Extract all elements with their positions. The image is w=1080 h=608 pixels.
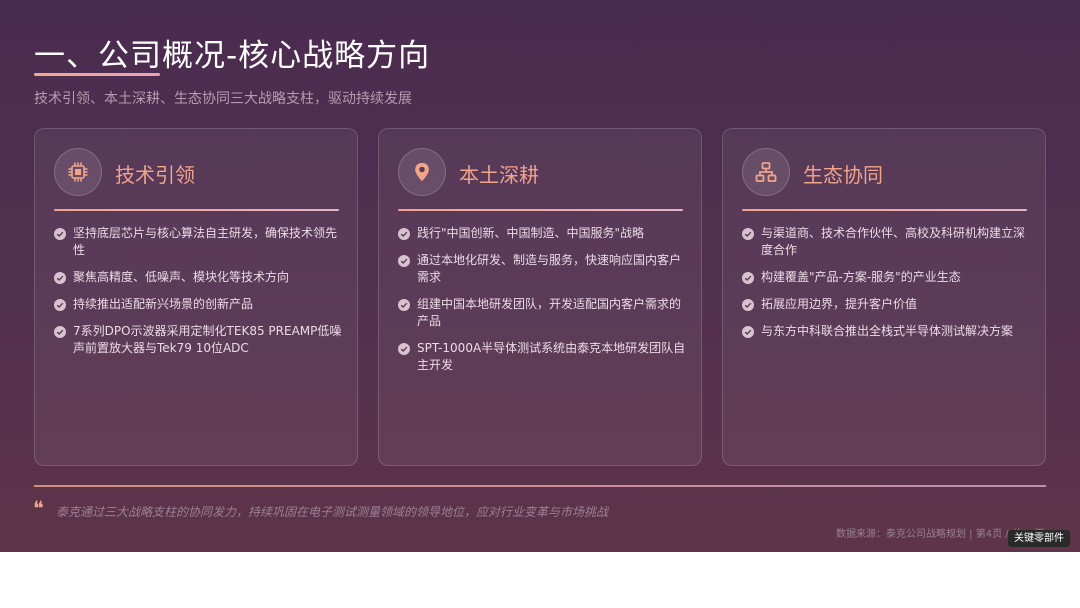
location-pin-icon [398, 148, 446, 196]
list-item: 坚持底层芯片与核心算法自主研发，确保技术领先性 [54, 225, 344, 259]
card-title: 生态协同 [803, 163, 883, 187]
check-icon [398, 299, 410, 311]
list-item: 聚焦高精度、低噪声、模块化等技术方向 [54, 269, 344, 286]
list-item: 组建中国本地研发团队，开发适配国内客户需求的产品 [398, 296, 688, 330]
bullet-list: 与渠道商、技术合作伙伴、高校及科研机构建立深度合作 构建覆盖"产品-方案-服务"… [742, 225, 1032, 350]
bullet-list: 坚持底层芯片与核心算法自主研发，确保技术领先性 聚焦高精度、低噪声、模块化等技术… [54, 225, 344, 367]
check-icon [742, 228, 754, 240]
card-divider [398, 209, 683, 211]
card-divider [742, 209, 1027, 211]
check-icon [398, 255, 410, 267]
list-item: 7系列DPO示波器采用定制化TEK85 PREAMP低噪声前置放大器与Tek79… [54, 323, 344, 357]
list-item: 通过本地化研发、制造与服务，快速响应国内客户需求 [398, 252, 688, 286]
list-item: 构建覆盖"产品-方案-服务"的产业生态 [742, 269, 1032, 286]
list-item-text: 构建覆盖"产品-方案-服务"的产业生态 [761, 270, 961, 284]
strategy-card-ecosystem: 生态协同 与渠道商、技术合作伙伴、高校及科研机构建立深度合作 构建覆盖"产品-方… [722, 128, 1046, 466]
network-icon [742, 148, 790, 196]
list-item-text: 持续推出适配新兴场景的创新产品 [73, 297, 254, 311]
list-item: 拓展应用边界，提升客户价值 [742, 296, 1032, 313]
check-icon [54, 299, 66, 311]
quote-icon: ❝ [33, 496, 44, 520]
tooltip-badge: 关键零部件 [1008, 530, 1070, 547]
check-icon [398, 343, 410, 355]
strategy-card-tech: 技术引领 坚持底层芯片与核心算法自主研发，确保技术领先性 聚焦高精度、低噪声、模… [34, 128, 358, 466]
list-item-text: 与东方中科联合推出全栈式半导体测试解决方案 [761, 324, 1014, 338]
list-item-text: 拓展应用边界，提升客户价值 [761, 297, 918, 311]
check-icon [742, 299, 754, 311]
page-subtitle: 技术引领、本土深耕、生态协同三大战略支柱，驱动持续发展 [34, 91, 412, 107]
card-title: 本土深耕 [459, 163, 539, 187]
card-title: 技术引领 [115, 163, 195, 187]
footer-quote: 泰克通过三大战略支柱的协同发力，持续巩固在电子测试测量领域的领导地位，应对行业变… [56, 505, 609, 519]
list-item-text: 坚持底层芯片与核心算法自主研发，确保技术领先性 [73, 226, 338, 257]
slide: 一、公司概况-核心战略方向 技术引领、本土深耕、生态协同三大战略支柱，驱动持续发… [0, 0, 1080, 552]
list-item: 持续推出适配新兴场景的创新产品 [54, 296, 344, 313]
list-item: 践行"中国创新、中国制造、中国服务"战略 [398, 225, 688, 242]
list-item: 与渠道商、技术合作伙伴、高校及科研机构建立深度合作 [742, 225, 1032, 259]
list-item-text: 践行"中国创新、中国制造、中国服务"战略 [417, 226, 645, 240]
list-item-text: 聚焦高精度、低噪声、模块化等技术方向 [73, 270, 290, 284]
card-divider [54, 209, 339, 211]
footer-divider [34, 485, 1046, 487]
page-title: 一、公司概况-核心战略方向 [34, 38, 431, 74]
list-item-text: 组建中国本地研发团队，开发适配国内客户需求的产品 [417, 297, 682, 328]
check-icon [54, 228, 66, 240]
chip-icon [54, 148, 102, 196]
list-item: SPT-1000A半导体测试系统由泰克本地研发团队自主开发 [398, 340, 688, 374]
check-icon [54, 326, 66, 338]
check-icon [742, 326, 754, 338]
list-item-text: 7系列DPO示波器采用定制化TEK85 PREAMP低噪声前置放大器与Tek79… [73, 324, 342, 355]
bullet-list: 践行"中国创新、中国制造、中国服务"战略 通过本地化研发、制造与服务，快速响应国… [398, 225, 688, 384]
list-item-text: 通过本地化研发、制造与服务，快速响应国内客户需求 [417, 253, 682, 284]
check-icon [398, 228, 410, 240]
list-item-text: SPT-1000A半导体测试系统由泰克本地研发团队自主开发 [417, 341, 686, 372]
title-underline [34, 73, 160, 76]
check-icon [54, 272, 66, 284]
check-icon [742, 272, 754, 284]
list-item: 与东方中科联合推出全栈式半导体测试解决方案 [742, 323, 1032, 340]
list-item-text: 与渠道商、技术合作伙伴、高校及科研机构建立深度合作 [761, 226, 1026, 257]
strategy-card-local: 本土深耕 践行"中国创新、中国制造、中国服务"战略 通过本地化研发、制造与服务，… [378, 128, 702, 466]
